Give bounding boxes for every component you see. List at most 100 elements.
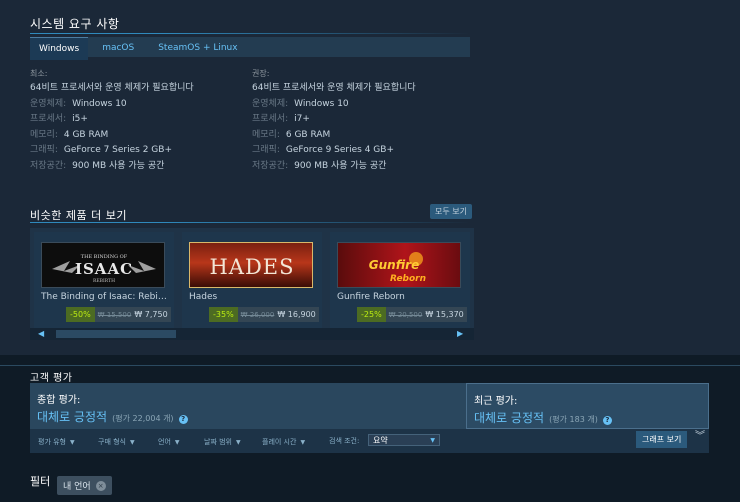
rec-os-key: 운영체제: bbox=[252, 98, 289, 109]
isaac-price: -50% ₩ 15,500 ₩ 7,750 bbox=[66, 307, 171, 322]
rec-gpu-key: 그래픽: bbox=[252, 145, 280, 155]
see-all-button[interactable]: 모두 보기 bbox=[430, 204, 472, 219]
filter-playtime[interactable]: 플레이 시간 ▼ bbox=[262, 437, 305, 447]
gunfire-discount: -25% bbox=[357, 307, 386, 322]
overall-label: 종합 평가: bbox=[37, 395, 81, 406]
overall-count: (평가 22,004 개) bbox=[112, 414, 174, 423]
reviews-title: 고객 평가 bbox=[30, 373, 73, 384]
rec-cpu: 프로세서: i7+ bbox=[252, 112, 416, 128]
chevron-down-icon: ▼ bbox=[430, 436, 435, 444]
chevron-down-icon: ▼ bbox=[130, 439, 135, 446]
double-chevron-down-icon[interactable]: ︾ bbox=[692, 430, 708, 444]
overall-score[interactable]: 대체로 긍정적 bbox=[37, 410, 107, 424]
tab-macos[interactable]: macOS bbox=[88, 37, 148, 60]
show-graph-button[interactable]: 그래프 보기 bbox=[636, 431, 688, 448]
filter-purchase-type[interactable]: 구매 형식 ▼ bbox=[98, 437, 135, 447]
rec-gpu-value: GeForce 9 Series 4 GB+ bbox=[285, 145, 394, 155]
min-64bit: 64비트 프로세서와 운영 체제가 필요합니다 bbox=[30, 83, 194, 93]
overall-summary: 대체로 긍정적 (평가 22,004 개) ? bbox=[37, 406, 188, 425]
min-os: 운영체제: Windows 10 bbox=[30, 97, 194, 113]
min-header: 최소: bbox=[30, 69, 48, 78]
min-mem-value: 4 GB RAM bbox=[63, 129, 109, 140]
filter-language[interactable]: 언어 ▼ bbox=[158, 437, 180, 447]
carousel-left-arrow-icon[interactable]: ◀ bbox=[38, 329, 44, 338]
rec-cpu-key: 프로세서: bbox=[252, 114, 289, 124]
close-icon[interactable]: × bbox=[95, 480, 106, 491]
min-gpu-key: 그래픽: bbox=[30, 145, 58, 155]
gunfire-price: -25% ₩ 20,500 ₩ 15,370 bbox=[357, 307, 467, 322]
carousel-right-arrow-icon[interactable]: ▶ bbox=[457, 329, 463, 338]
similar-card-gunfire[interactable]: Gunfire Reborn Gunfire Reborn -25% ₩ 20,… bbox=[330, 232, 470, 330]
min-mem: 메모리: 4 GB RAM bbox=[30, 128, 194, 144]
similar-title: 비슷한 제품 더 보기 bbox=[30, 209, 127, 222]
filter-language-label: 언어 bbox=[158, 438, 171, 446]
recent-label: 최근 평가: bbox=[474, 396, 518, 407]
isaac-discount: -50% bbox=[66, 307, 95, 322]
help-icon[interactable]: ? bbox=[178, 415, 188, 424]
rec-64bit: 64비트 프로세서와 운영 체제가 필요합니다 bbox=[252, 83, 416, 93]
isaac-new-price: ₩ 7,750 bbox=[134, 310, 168, 319]
language-filter-chip[interactable]: 내 언어 × bbox=[57, 476, 112, 495]
rec-os: 운영체제: Windows 10 bbox=[252, 97, 416, 113]
sysreq-recommended: 권장: 64비트 프로세서와 운영 체제가 필요합니다 운영체제: Windows… bbox=[252, 68, 416, 174]
chevron-down-icon: ▼ bbox=[174, 439, 180, 446]
recent-count: (평가 183 개) bbox=[549, 415, 598, 424]
gunfire-logo-text: Gunfire bbox=[369, 258, 419, 272]
filter-review-type-label: 평가 유형 bbox=[38, 438, 66, 446]
display-as-label: 검색 조건: bbox=[329, 437, 360, 445]
rec-mem: 메모리: 6 GB RAM bbox=[252, 128, 416, 144]
sysreq-title: 시스템 요구 사항 bbox=[30, 17, 120, 31]
display-as-select[interactable]: 요약 ▼ bbox=[368, 434, 440, 446]
hades-logo-text: HADES bbox=[209, 255, 294, 279]
hades-old-price: ₩ 26,000 bbox=[240, 310, 275, 319]
chevron-down-icon: ▼ bbox=[70, 439, 75, 446]
chevron-down-icon: ▼ bbox=[300, 439, 306, 446]
rec-mem-key: 메모리: bbox=[252, 129, 280, 140]
isaac-capsule-image: THE BINDING OF ISAAC REBIRTH bbox=[41, 242, 165, 288]
min-cpu-value: i5+ bbox=[72, 114, 88, 124]
overall-review-box: 종합 평가: 대체로 긍정적 (평가 22,004 개) ? bbox=[30, 383, 466, 429]
filter-date-range[interactable]: 날짜 범위 ▼ bbox=[204, 437, 241, 447]
rec-disk-key: 저장공간: bbox=[252, 160, 289, 171]
isaac-old-price: ₩ 15,500 bbox=[97, 310, 132, 319]
filter-title: 필터 bbox=[30, 475, 51, 488]
show-graph-label: 그래프 보기 bbox=[642, 435, 682, 444]
hades-name: Hades bbox=[189, 292, 218, 302]
carousel-scrollbar[interactable]: ◀ ▶ bbox=[30, 328, 474, 340]
recent-score[interactable]: 대체로 긍정적 bbox=[474, 411, 544, 425]
help-icon[interactable]: ? bbox=[602, 416, 612, 425]
rec-mem-value: 6 GB RAM bbox=[285, 129, 331, 140]
rec-cpu-value: i7+ bbox=[294, 114, 310, 124]
filter-review-type[interactable]: 평가 유형 ▼ bbox=[38, 437, 75, 447]
filter-playtime-label: 플레이 시간 bbox=[262, 438, 297, 446]
tab-windows[interactable]: Windows bbox=[30, 37, 89, 60]
min-gpu-value: GeForce 7 Series 2 GB+ bbox=[63, 145, 172, 155]
carousel-scroll-thumb[interactable] bbox=[56, 330, 176, 338]
min-disk: 저장공간: 900 MB 사용 가능 공간 bbox=[30, 159, 194, 175]
rec-disk-value: 900 MB 사용 가능 공간 bbox=[294, 160, 387, 171]
rec-disk: 저장공간: 900 MB 사용 가능 공간 bbox=[252, 159, 416, 175]
gunfire-name: Gunfire Reborn bbox=[337, 292, 405, 302]
min-disk-value: 900 MB 사용 가능 공간 bbox=[72, 160, 165, 171]
gunfire-old-price: ₩ 20,500 bbox=[388, 310, 423, 319]
review-filter-bar: 평가 유형 ▼ 구매 형식 ▼ 언어 ▼ 날짜 범위 ▼ 플레이 시간 ▼ 검색 조건: … bbox=[30, 429, 709, 453]
sysreq-divider bbox=[30, 33, 470, 34]
reviews-top-line bbox=[0, 365, 740, 366]
filter-purchase-type-label: 구매 형식 bbox=[98, 438, 126, 446]
min-os-value: Windows 10 bbox=[72, 98, 127, 109]
min-os-key: 운영체제: bbox=[30, 98, 67, 109]
rec-header: 권장: bbox=[252, 69, 270, 78]
hades-new-price: ₩ 16,900 bbox=[277, 310, 316, 319]
chevron-down-icon: ▼ bbox=[236, 439, 241, 446]
recent-review-box: 최근 평가: 대체로 긍정적 (평가 183 개) ? bbox=[466, 383, 709, 429]
min-disk-key: 저장공간: bbox=[30, 160, 67, 171]
min-cpu: 프로세서: i5+ bbox=[30, 112, 194, 128]
tab-steamos-linux[interactable]: SteamOS + Linux bbox=[148, 37, 246, 60]
gunfire-capsule-image: Gunfire Reborn bbox=[337, 242, 461, 288]
similar-card-isaac[interactable]: THE BINDING OF ISAAC REBIRTH The Binding… bbox=[34, 232, 174, 330]
sysreq-minimum: 최소: 64비트 프로세서와 운영 체제가 필요합니다 운영체제: Windows… bbox=[30, 68, 194, 174]
isaac-name: The Binding of Isaac: Rebi… bbox=[41, 292, 167, 302]
similar-card-hades[interactable]: HADES Hades -35% ₩ 26,000 ₩ 16,900 bbox=[182, 232, 322, 330]
min-gpu: 그래픽: GeForce 7 Series 2 GB+ bbox=[30, 143, 194, 159]
hades-capsule-image: HADES bbox=[189, 242, 313, 288]
